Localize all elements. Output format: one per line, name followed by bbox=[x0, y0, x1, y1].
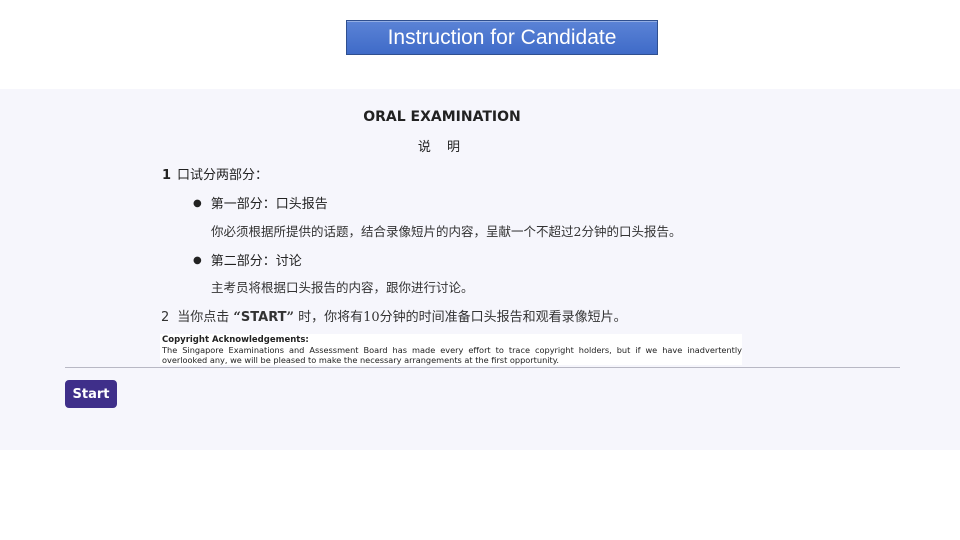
bullet-dot-icon: ● bbox=[193, 255, 202, 266]
copyright-box: Copyright Acknowledgements: The Singapor… bbox=[160, 334, 742, 365]
item-1-number: 1 bbox=[162, 168, 172, 183]
divider bbox=[65, 367, 900, 368]
part-2-description: 主考员将根据口头报告的内容，跟你进行讨论。 bbox=[211, 280, 474, 295]
copyright-title: Copyright Acknowledgements: bbox=[162, 335, 309, 345]
instructions-panel: ORAL EXAMINATION 说 明 1 口试分两部分： ● 第一部分：口头报告… bbox=[0, 89, 960, 450]
item-2-number: 2 bbox=[161, 310, 170, 325]
bullet-dot-icon: ● bbox=[193, 198, 202, 209]
instruction-item-2: 2 当你点击 “START” 时，你将有10分钟的时间准备口头报告和观看录像短片。 bbox=[161, 306, 627, 325]
banner-title: Instruction for Candidate bbox=[387, 25, 617, 49]
part-1-bullet: ● 第一部分：口头报告 bbox=[193, 193, 328, 212]
instruction-banner: Instruction for Candidate bbox=[346, 20, 658, 55]
instruction-item-1: 1 口试分两部分： bbox=[162, 164, 268, 183]
part-2-label: 第二部分：讨论 bbox=[210, 254, 302, 269]
part-2-bullet: ● 第二部分：讨论 bbox=[193, 250, 302, 269]
item-2-text-before: 当你点击 bbox=[177, 310, 234, 325]
item-2-text-after: 时，你将有10分钟的时间准备口头报告和观看录像短片。 bbox=[293, 310, 627, 325]
start-button[interactable]: Start bbox=[65, 380, 117, 408]
start-keyword: “START” bbox=[233, 310, 294, 325]
copyright-text: The Singapore Examinations and Assessmen… bbox=[162, 345, 742, 365]
part-1-label: 第一部分：口头报告 bbox=[210, 197, 328, 212]
part-1-description: 你必须根据所提供的话题，结合录像短片的内容，呈献一个不超过2分钟的口头报告。 bbox=[211, 224, 682, 239]
exam-subtitle: 说 明 bbox=[417, 140, 467, 155]
item-1-text: 口试分两部分： bbox=[177, 168, 269, 183]
exam-title: ORAL EXAMINATION bbox=[363, 109, 521, 125]
